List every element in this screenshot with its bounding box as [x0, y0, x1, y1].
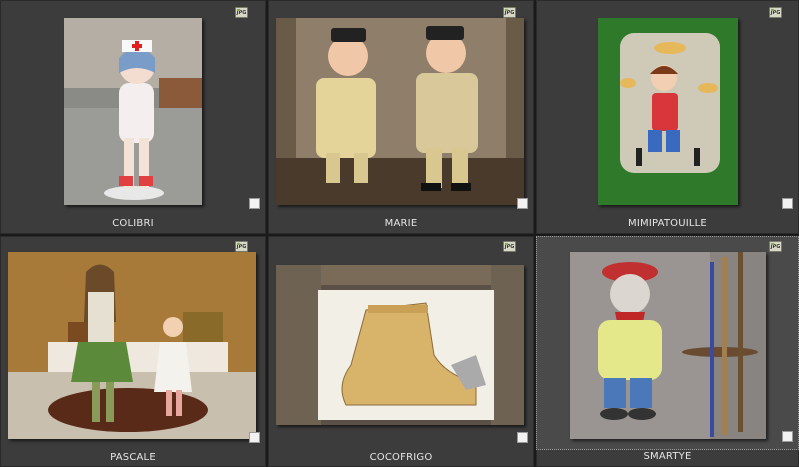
thumbnail-image[interactable] — [570, 252, 766, 439]
thumbnail-label: PASCALE — [110, 452, 156, 463]
thumbnail-cell-selected[interactable]: JPG — [536, 236, 799, 450]
thumbnail-cell[interactable]: JPG PASCALE — [0, 236, 266, 467]
select-checkbox[interactable] — [517, 432, 528, 443]
select-checkbox[interactable] — [782, 198, 793, 209]
jpg-file-icon: JPG — [769, 7, 782, 18]
thumbnail-image[interactable] — [598, 18, 738, 205]
thumbnail-cell[interactable]: JPG COCOFRIGO — [268, 236, 534, 467]
select-checkbox[interactable] — [517, 198, 528, 209]
jpg-file-icon: JPG — [503, 7, 516, 18]
thumbnail-image[interactable] — [8, 252, 256, 439]
jpg-file-icon: JPG — [235, 7, 248, 18]
thumbnail-label-strip: SMARTYE — [536, 450, 799, 467]
jpg-file-icon: JPG — [503, 241, 516, 252]
select-checkbox[interactable] — [249, 198, 260, 209]
thumbnail-label: MARIE — [384, 218, 418, 229]
select-checkbox[interactable] — [782, 431, 793, 442]
thumbnail-label: COLIBRI — [112, 218, 154, 229]
select-checkbox[interactable] — [249, 432, 260, 443]
thumbnail-image[interactable] — [276, 265, 524, 425]
thumbnail-cell[interactable]: JPG COLIBRI — [0, 0, 266, 234]
thumbnail-label: MIMIPATOUILLE — [628, 218, 707, 229]
thumbnail-grid: JPG COLIBRI JPG MARIE JPG MIMIPATOUILLE … — [0, 0, 799, 467]
thumbnail-label: COCOFRIGO — [369, 452, 433, 463]
thumbnail-cell[interactable]: JPG MARIE — [268, 0, 534, 234]
thumbnail-image[interactable] — [276, 18, 524, 205]
thumbnail-label: SMARTYE — [643, 451, 692, 462]
thumbnail-cell[interactable]: JPG MIMIPATOUILLE — [536, 0, 799, 234]
jpg-file-icon: JPG — [235, 241, 248, 252]
thumbnail-image[interactable] — [64, 18, 202, 205]
jpg-file-icon: JPG — [769, 241, 782, 252]
